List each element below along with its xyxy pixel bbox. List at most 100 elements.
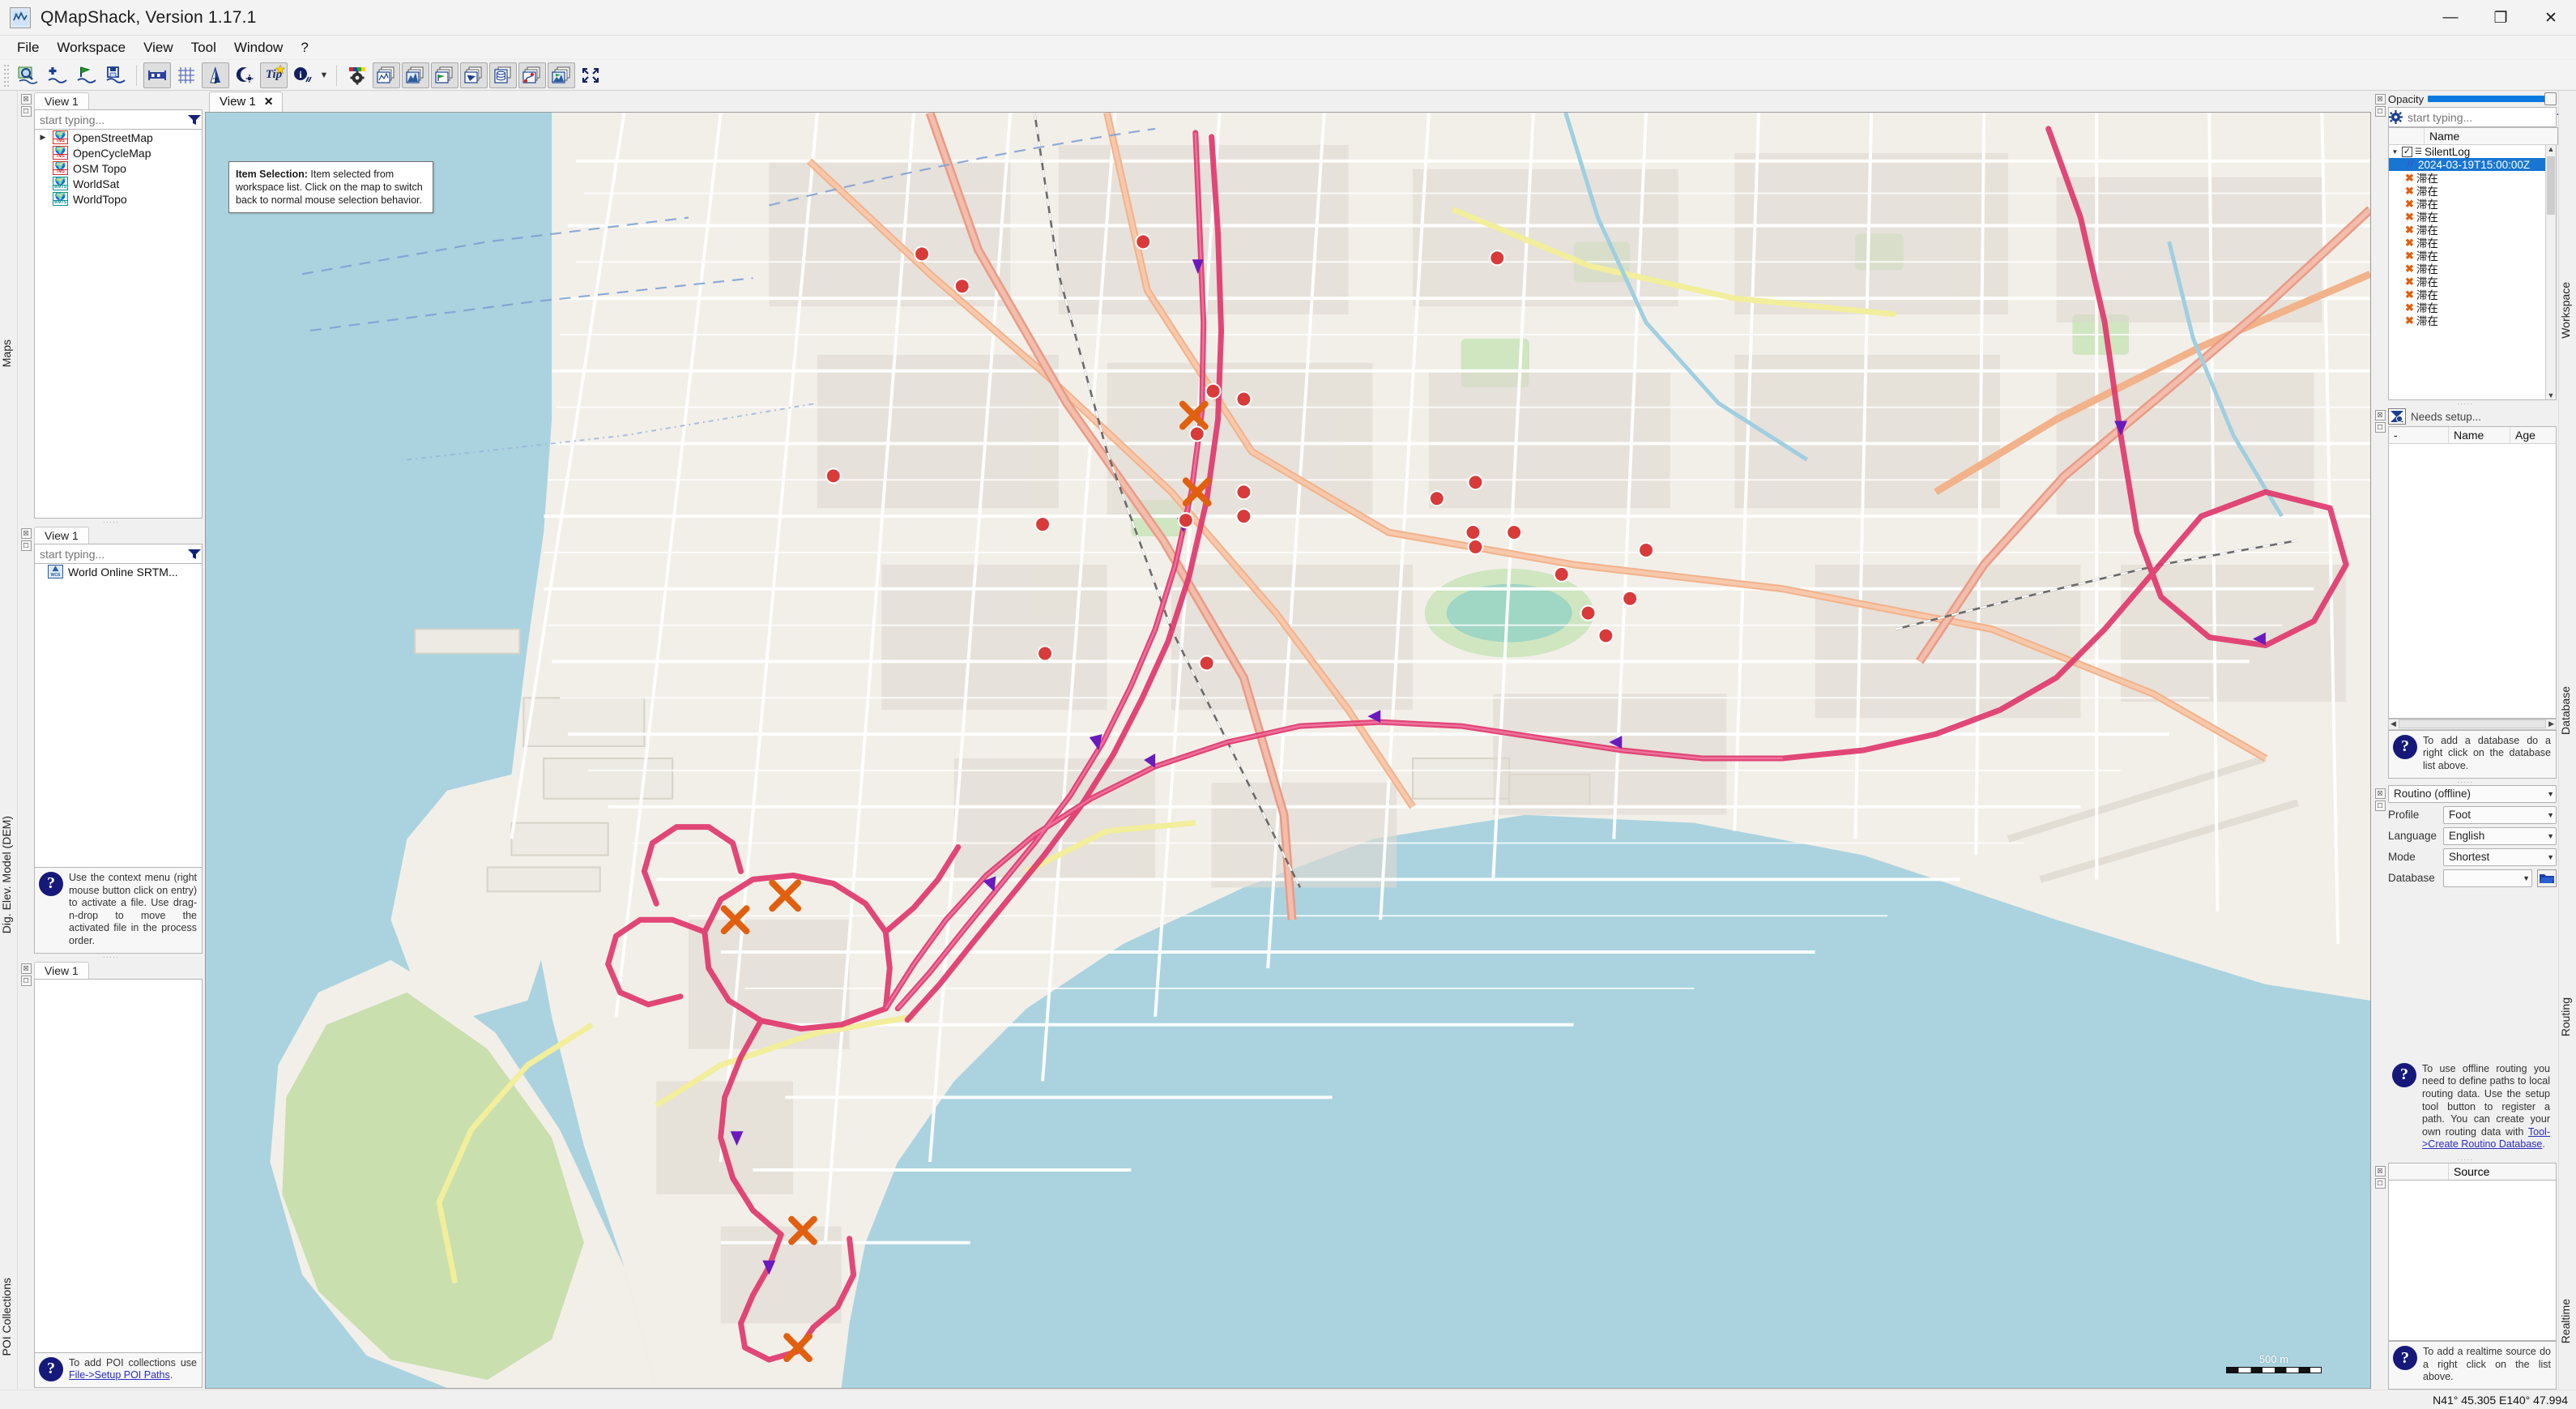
tree-row-waypoint[interactable]: ✖ 滞在 (2389, 275, 2556, 289)
database-col-blank[interactable]: - (2389, 427, 2449, 443)
routing-mode-combo[interactable]: Shortest ▼ (2443, 848, 2557, 866)
tree-row-waypoint[interactable]: ✖ 滞在 (2389, 210, 2556, 224)
poi-panel-float-icon[interactable]: ☐ (20, 975, 32, 986)
workspace-panel-close-icon[interactable]: ☒ (2374, 94, 2386, 105)
poi-list[interactable] (34, 978, 203, 1353)
maps-panel-close-icon[interactable]: ☒ (20, 94, 32, 105)
night-mode-icon[interactable] (231, 62, 258, 88)
chevron-down-icon[interactable]: ▼ (2518, 874, 2530, 882)
north-text-icon[interactable]: T (202, 62, 229, 88)
sidetab-database[interactable]: Database (2559, 683, 2576, 738)
list-item[interactable]: 🌍 WMTS WorldSat (35, 176, 202, 191)
right-splitter-1[interactable]: ····· (2372, 399, 2558, 408)
left-splitter-1[interactable]: ····· (18, 518, 204, 526)
realtime-dock-icon[interactable] (460, 62, 488, 88)
routing-database-combo[interactable]: ▼ (2443, 869, 2532, 887)
poi-tab-view1[interactable]: View 1 (34, 961, 89, 979)
map-canvas[interactable]: Item Selection: Item selected from works… (205, 112, 2371, 1389)
routing-language-combo[interactable]: English ▼ (2443, 826, 2557, 845)
tree-row-waypoint[interactable]: ✖ 滞在 (2389, 184, 2556, 199)
chevron-down-icon[interactable]: ▼ (2542, 790, 2554, 798)
realtime-col-source[interactable]: Source (2449, 1163, 2556, 1180)
scroll-up-icon[interactable]: ▲ (2548, 145, 2555, 153)
workspace-scrollbar[interactable]: ▲ ▼ (2545, 145, 2556, 399)
menu-file[interactable]: File (8, 37, 48, 58)
routing-service-combo[interactable]: Routino (offline) ▼ (2388, 784, 2557, 803)
chevron-down-icon[interactable]: ▼ (2542, 811, 2554, 819)
list-item[interactable]: ▶ 🌍 TMS OpenStreetMap (35, 130, 202, 145)
tip-of-day-icon[interactable]: Tip (260, 62, 288, 88)
scroll-thumb[interactable] (2398, 719, 2547, 729)
menu-window[interactable]: Window (225, 37, 292, 58)
map-tab-view1[interactable]: View 1 ✕ (209, 92, 283, 112)
workspace-panel-float-icon[interactable]: ☐ (2374, 106, 2386, 117)
dem-filter-input[interactable] (35, 547, 186, 561)
database-col-name[interactable]: Name (2449, 427, 2510, 443)
dem-dock-icon[interactable] (402, 62, 429, 88)
maximize-button[interactable]: ❐ (2476, 0, 2526, 36)
menu-view[interactable]: View (134, 37, 182, 58)
list-item[interactable]: 🌍 TMS OpenCycleMap (35, 145, 202, 160)
add-track-icon[interactable] (44, 62, 71, 88)
scroll-thumb[interactable] (2547, 156, 2555, 215)
list-item[interactable]: ⛰ WCS World Online SRTM... (35, 564, 202, 579)
add-waypoint-icon[interactable] (73, 62, 100, 88)
poi-panel-close-icon[interactable]: ☒ (20, 963, 32, 974)
realtime-panel-close-icon[interactable]: ☒ (2374, 1166, 2386, 1176)
list-item[interactable]: 🌍 WMTS WorldTopo (35, 191, 202, 207)
tree-row-waypoint[interactable]: ✖ 滞在 (2389, 301, 2556, 315)
fullscreen-icon[interactable] (577, 62, 604, 88)
scroll-left-icon[interactable]: ◀ (2389, 719, 2398, 728)
grid-icon[interactable] (173, 62, 200, 88)
checkbox[interactable]: ✓ (2402, 146, 2412, 157)
menu-workspace[interactable]: Workspace (48, 37, 134, 58)
routing-panel-close-icon[interactable]: ☒ (2374, 788, 2386, 799)
poi-setup-link[interactable]: File->Setup POI Paths (69, 1369, 170, 1381)
poi-dock-icon[interactable] (548, 62, 575, 88)
sidetab-poi[interactable]: POI Collections (0, 1275, 17, 1359)
left-splitter-2[interactable]: ····· (18, 953, 204, 961)
realtime-panel-float-icon[interactable]: ☐ (2374, 1178, 2386, 1189)
database-hscrollbar[interactable]: ◀ ▶ (2388, 718, 2557, 730)
chevron-down-icon[interactable]: ▼ (2542, 853, 2554, 861)
maps-tab-view1[interactable]: View 1 (34, 92, 89, 109)
database-panel-close-icon[interactable]: ☒ (2374, 410, 2386, 421)
sidetab-realtime[interactable]: Realtime (2559, 1296, 2576, 1347)
tree-row-waypoint[interactable]: ✖ 滞在 (2389, 197, 2556, 211)
tree-row-waypoint[interactable]: ✖ 滞在 (2389, 314, 2556, 328)
workspace-col-name[interactable]: Name (2425, 128, 2557, 144)
tree-row-waypoint[interactable]: ✖ 滞在 (2389, 262, 2556, 276)
menu-tool[interactable]: Tool (182, 37, 225, 58)
maps-dock-icon[interactable] (373, 62, 400, 88)
right-splitter-3[interactable]: ····· (2372, 1155, 2558, 1163)
workspace-dock-icon[interactable] (431, 62, 458, 88)
database-panel-float-icon[interactable]: ☐ (2374, 422, 2386, 433)
database-setup-row[interactable]: Needs setup... (2388, 407, 2558, 426)
realtime-col-blank[interactable] (2389, 1163, 2449, 1180)
database-dock-icon[interactable] (489, 62, 517, 88)
realtime-table[interactable] (2388, 1181, 2557, 1342)
database-col-age[interactable]: Age (2510, 427, 2556, 443)
tree-row-waypoint[interactable]: ✖ 滞在 (2389, 249, 2556, 263)
scale-bar-icon[interactable] (143, 62, 171, 88)
sidetab-maps[interactable]: Maps (0, 336, 17, 370)
gear-icon[interactable] (2389, 110, 2403, 124)
toolbar-grip[interactable] (3, 62, 11, 88)
tree-row-waypoint[interactable]: ✖ 滞在 (2389, 288, 2556, 302)
dem-list[interactable]: ⛰ WCS World Online SRTM... (34, 564, 203, 868)
dem-panel-close-icon[interactable]: ☒ (20, 528, 32, 540)
slider-handle[interactable] (2544, 92, 2557, 105)
tree-row-waypoint[interactable]: ✖ 滞在 (2389, 223, 2556, 237)
workspace-filter-input[interactable] (2405, 110, 2554, 124)
right-splitter-2[interactable]: ····· (2372, 778, 2558, 786)
workspace-tree[interactable]: ▼ ✓ ☰ SilentLog 2024-03-19T15:00:00Z ✖ 滞… (2388, 145, 2557, 400)
workspace-col-icon[interactable] (2389, 128, 2425, 144)
tree-row-silentlog[interactable]: ▼ ✓ ☰ SilentLog (2389, 145, 2556, 158)
menu-help[interactable]: ? (292, 37, 317, 58)
database-table[interactable] (2388, 444, 2557, 719)
chevron-right-icon[interactable]: ▶ (38, 133, 48, 142)
chevron-down-icon[interactable]: ▼ (2390, 148, 2399, 156)
dem-panel-float-icon[interactable]: ☐ (20, 540, 32, 552)
routing-profile-combo[interactable]: Foot ▼ (2443, 805, 2557, 824)
tree-row-waypoint[interactable]: ✖ 滞在 (2389, 171, 2556, 186)
